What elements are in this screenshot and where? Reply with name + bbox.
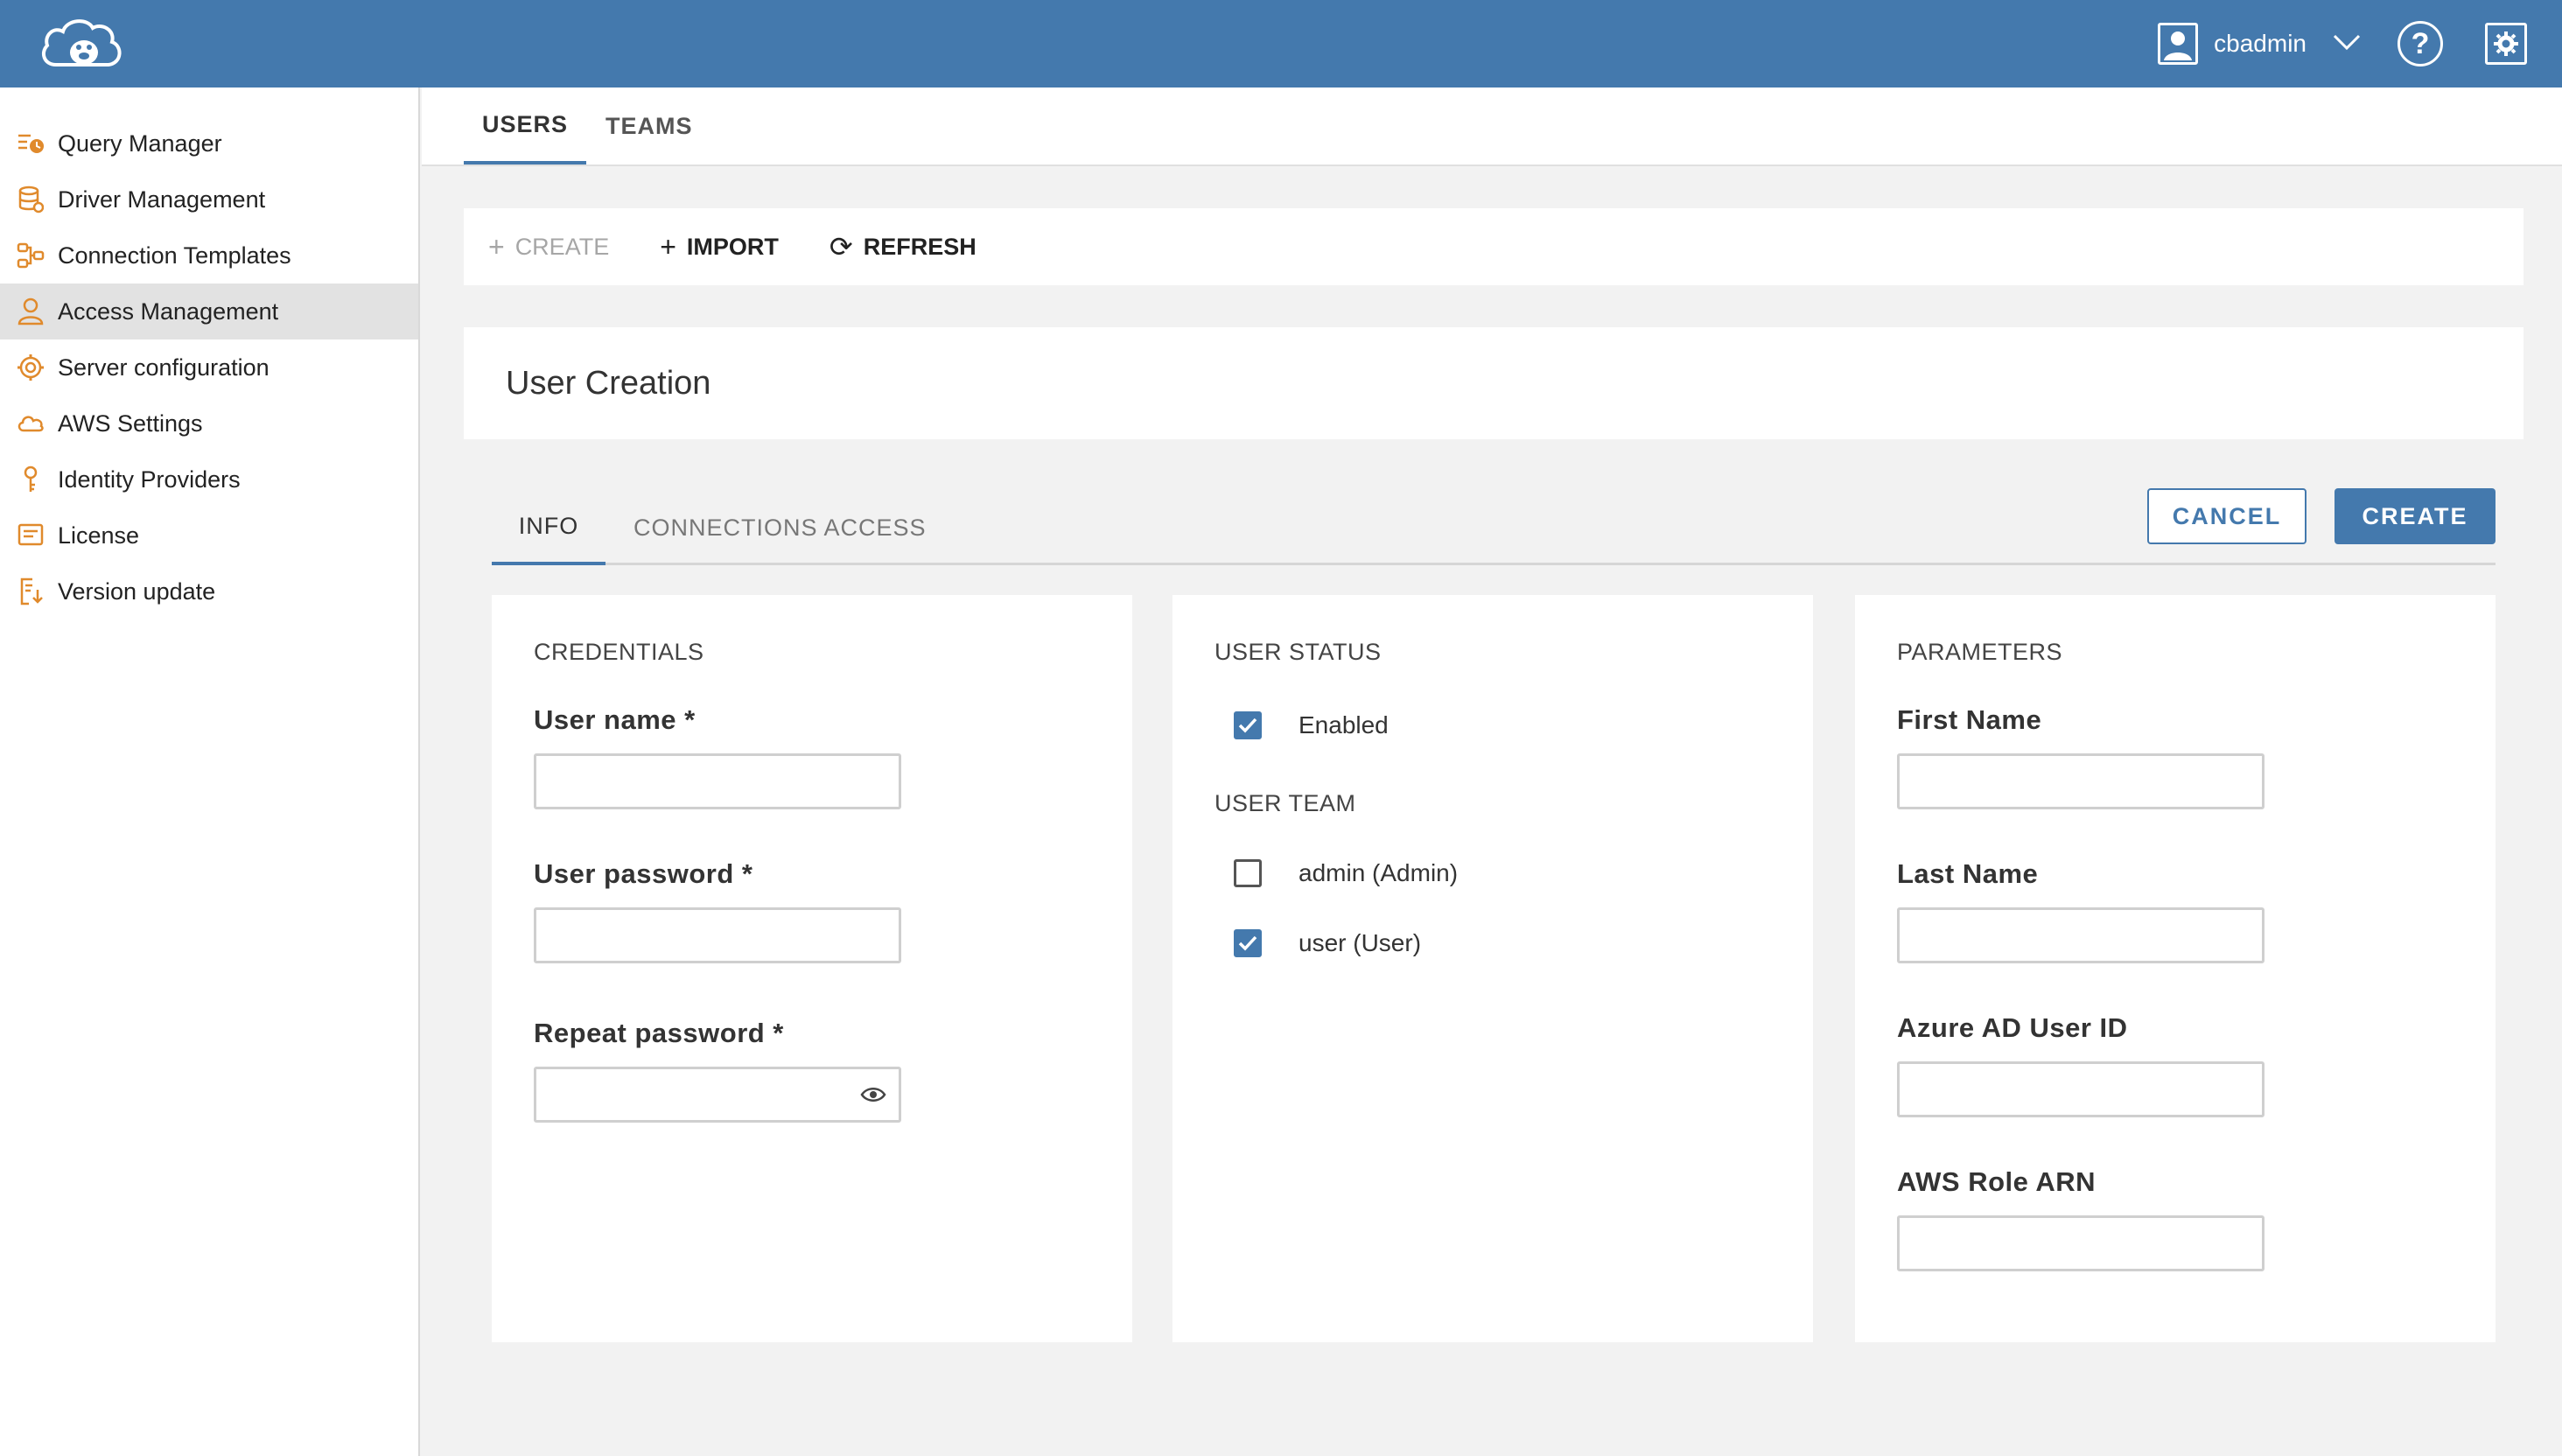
sidebar-item-label: Version update: [58, 578, 216, 605]
sidebar-item-version-update[interactable]: Version update: [0, 564, 418, 620]
sidebar-item-label: AWS Settings: [58, 410, 203, 437]
team-admin-row[interactable]: admin (Admin): [1234, 852, 1771, 894]
credentials-panel: CREDENTIALS User name * User password * …: [492, 595, 1132, 1342]
team-user-row[interactable]: user (User): [1234, 922, 1771, 964]
repeat-password-input[interactable]: [534, 1067, 901, 1123]
enabled-label: Enabled: [1298, 711, 1389, 738]
database-icon: [16, 185, 46, 214]
sidebar-item-label: License: [58, 522, 140, 549]
tab-teams[interactable]: TEAMS: [606, 88, 693, 164]
connection-icon: [16, 241, 46, 270]
credentials-title: CREDENTIALS: [534, 639, 704, 665]
sidebar-item-driver-management[interactable]: Driver Management: [0, 172, 418, 228]
sidebar-item-license[interactable]: License: [0, 508, 418, 564]
settings-gear-icon[interactable]: [2485, 23, 2527, 65]
page-title: User Creation: [464, 327, 2524, 439]
key-icon: [16, 465, 46, 494]
user-status-panel: USER STATUS Enabled USER TEAM admin (Adm…: [1172, 595, 1813, 1342]
aws-role-arn-label: AWS Role ARN: [1897, 1166, 2096, 1197]
sidebar-item-aws-settings[interactable]: AWS Settings: [0, 396, 418, 452]
sidebar-item-server-configuration[interactable]: Server configuration: [0, 340, 418, 396]
main-tabs: USERS TEAMS: [422, 88, 2562, 166]
parameters-title: PARAMETERS: [1897, 639, 2063, 665]
sidebar: Query Manager Driver Management Connecti…: [0, 88, 420, 1456]
refresh-button[interactable]: ⟳ REFRESH: [830, 230, 976, 263]
team-admin-checkbox[interactable]: [1234, 859, 1262, 887]
sidebar-item-label: Driver Management: [58, 186, 266, 213]
avatar-icon[interactable]: [2158, 23, 2199, 65]
version-update-icon: [16, 577, 46, 606]
create-button[interactable]: CREATE: [2334, 488, 2496, 544]
import-button[interactable]: + IMPORT: [660, 231, 779, 263]
sidebar-item-label: Identity Providers: [58, 466, 241, 493]
chevron-down-icon[interactable]: [2333, 33, 2361, 55]
enabled-checkbox[interactable]: [1234, 711, 1262, 739]
gear-icon: [16, 353, 46, 382]
plus-icon: +: [488, 230, 505, 262]
help-icon[interactable]: ?: [2398, 21, 2443, 66]
user-name-label: User name *: [534, 704, 696, 735]
person-icon: [16, 297, 46, 326]
create-toolbar-button[interactable]: + CREATE: [488, 231, 609, 263]
tab-users[interactable]: USERS: [464, 88, 586, 164]
first-name-input[interactable]: [1897, 753, 2264, 809]
last-name-input[interactable]: [1897, 907, 2264, 963]
enabled-checkbox-row[interactable]: Enabled: [1234, 704, 1771, 746]
tab-info[interactable]: INFO: [492, 490, 606, 565]
sidebar-item-label: Access Management: [58, 298, 279, 325]
query-manager-icon: [16, 129, 46, 158]
plus-icon: +: [660, 230, 676, 262]
sidebar-item-access-management[interactable]: Access Management: [0, 284, 418, 340]
refresh-label: REFRESH: [863, 233, 976, 260]
tab-connections-access[interactable]: CONNECTIONS ACCESS: [634, 490, 927, 565]
username[interactable]: cbadmin: [2214, 30, 2306, 58]
azure-ad-user-id-label: Azure AD User ID: [1897, 1012, 2128, 1043]
cloud-icon: [16, 409, 46, 438]
last-name-label: Last Name: [1897, 858, 2039, 889]
repeat-password-label: Repeat password *: [534, 1018, 784, 1048]
sidebar-item-label: Server configuration: [58, 354, 270, 381]
top-bar: cbadmin ?: [0, 0, 2562, 88]
aws-role-arn-input[interactable]: [1897, 1215, 2264, 1271]
user-password-input[interactable]: [534, 907, 901, 963]
first-name-label: First Name: [1897, 704, 2042, 735]
user-menu: cbadmin ?: [2158, 0, 2562, 88]
parameters-panel: PARAMETERS First Name Last Name Azure AD…: [1855, 595, 2496, 1342]
import-label: IMPORT: [686, 233, 779, 260]
refresh-icon: ⟳: [829, 231, 853, 262]
sidebar-item-query-manager[interactable]: Query Manager: [0, 116, 418, 172]
team-user-checkbox[interactable]: [1234, 929, 1262, 957]
user-password-label: User password *: [534, 858, 753, 889]
azure-ad-user-id-input[interactable]: [1897, 1061, 2264, 1117]
sidebar-item-label: Query Manager: [58, 130, 222, 157]
create-toolbar-label: CREATE: [514, 233, 610, 260]
team-user-label: user (User): [1298, 929, 1422, 956]
toolbar: + CREATE + IMPORT ⟳ REFRESH: [464, 208, 2524, 285]
team-admin-label: admin (Admin): [1298, 859, 1459, 886]
cancel-button[interactable]: CANCEL: [2147, 488, 2306, 544]
sidebar-item-identity-providers[interactable]: Identity Providers: [0, 452, 418, 508]
sidebar-item-label: Connection Templates: [58, 242, 291, 269]
eye-icon[interactable]: [860, 1085, 886, 1109]
sidebar-item-connection-templates[interactable]: Connection Templates: [0, 228, 418, 284]
user-team-title: USER TEAM: [1214, 790, 1356, 816]
user-status-title: USER STATUS: [1214, 639, 1382, 665]
license-icon: [16, 521, 46, 550]
user-name-input[interactable]: [534, 753, 901, 809]
cloudbeaver-logo-icon[interactable]: [38, 14, 130, 75]
